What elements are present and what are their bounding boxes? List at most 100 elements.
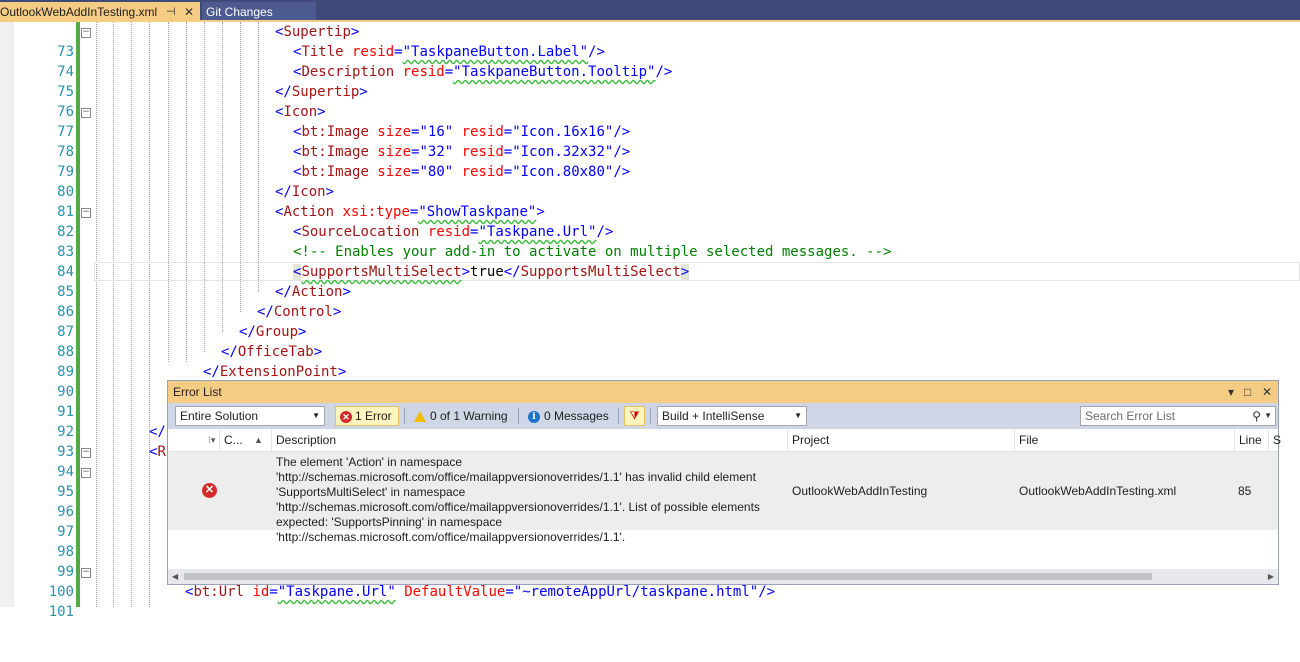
code-text: </OfficeTab> (221, 344, 323, 360)
code-line[interactable]: 79 <bt:Image size="32" resid="Icon.32x32… (0, 142, 1300, 180)
build-intellisense-dropdown[interactable]: Build + IntelliSense ▼ (657, 406, 807, 426)
code-text: <bt:Url id="Taskpane.Url" DefaultValue="… (185, 584, 776, 600)
column-header-file[interactable]: File (1014, 429, 1235, 451)
code-line[interactable]: 77 − <Icon> (0, 102, 1300, 140)
code-line-current[interactable]: 85 <SupportsMultiSelect>true</SupportsMu… (0, 262, 1300, 300)
code-line[interactable]: 82 − <Action xsi:type="ShowTaskpane"> (0, 202, 1300, 240)
error-row[interactable]: ✕ The element 'Action' in namespace 'htt… (168, 452, 1278, 544)
code-text: <bt:Image size="80" resid="Icon.80x80"/> (293, 164, 631, 180)
tab-label: Git Changes (206, 5, 273, 19)
document-tab-bar: OutlookWebAddInTesting.xml ⊣ ✕ Git Chang… (0, 0, 1300, 22)
sort-ascending-icon: ▲ (254, 435, 263, 445)
error-list-column-headers: ⁝▾ C... ▲ Description Project File Line S (168, 429, 1281, 452)
collapse-icon[interactable]: − (81, 208, 91, 218)
collapse-icon[interactable]: − (81, 108, 91, 118)
code-line[interactable]: 78 <bt:Image size="16" resid="Icon.16x16… (0, 122, 1300, 160)
panel-title: Error List (173, 385, 222, 399)
code-line[interactable]: 88 </Group> (0, 322, 1300, 360)
close-icon[interactable]: ✕ (184, 2, 194, 22)
code-text: <Action xsi:type="ShowTaskpane"> (275, 204, 545, 220)
search-placeholder: Search Error List (1085, 409, 1176, 423)
code-line[interactable]: 80 <bt:Image size="80" resid="Icon.80x80… (0, 162, 1300, 200)
close-icon[interactable]: ✕ (1262, 381, 1272, 403)
code-text: <Description resid="TaskpaneButton.Toolt… (293, 64, 673, 80)
code-text: </Supertip> (275, 84, 368, 100)
search-icon[interactable]: ⚲ (1252, 407, 1261, 425)
code-line[interactable]: 75 <Description resid="TaskpaneButton.To… (0, 62, 1300, 100)
messages-filter-button[interactable]: i 0 Messages (524, 406, 609, 426)
line-number: 101 (48, 604, 74, 620)
code-text: </ (149, 424, 166, 440)
scope-dropdown[interactable]: Entire Solution ▼ (175, 406, 325, 426)
code-text: </Icon> (275, 184, 335, 200)
code-text: </Control> (257, 304, 342, 320)
code-line[interactable]: 84 <!-- Enables your add-in to activate … (0, 242, 1300, 280)
code-line[interactable]: 76 </Supertip> (0, 82, 1300, 120)
messages-count: 0 Messages (544, 409, 609, 423)
collapse-icon[interactable]: − (81, 468, 91, 478)
warnings-count: 0 of 1 Warning (430, 409, 508, 423)
column-header-code[interactable]: C... ▲ (219, 429, 276, 451)
tab-outlookwebaddintesting-xml[interactable]: OutlookWebAddInTesting.xml ⊣ ✕ (0, 2, 200, 22)
filter-icon[interactable]: ⧩ (624, 406, 645, 426)
scope-value: Entire Solution (180, 409, 259, 423)
toolbar-separator (518, 408, 519, 424)
toolbar-separator (650, 408, 651, 424)
code-line[interactable]: 86 </Action> (0, 282, 1300, 320)
code-line[interactable]: 73 − <Supertip> (0, 22, 1300, 60)
pin-icon[interactable]: ⊣ (166, 2, 176, 22)
code-text: <bt:Image size="16" resid="Icon.16x16"/> (293, 124, 631, 140)
error-file: OutlookWebAddInTesting.xml (1019, 484, 1177, 498)
scroll-left-icon[interactable]: ◀ (172, 569, 178, 584)
column-header-line[interactable]: Line (1234, 429, 1269, 451)
code-line[interactable]: 74 <Title resid="TaskpaneButton.Label"/> (0, 42, 1300, 80)
chevron-down-icon[interactable]: ▼ (1264, 407, 1272, 425)
error-list-title-bar[interactable]: Error List ▾ □ ✕ (168, 381, 1278, 403)
window-position-icon[interactable]: ▾ (1228, 381, 1234, 403)
warnings-filter-button[interactable]: 0 of 1 Warning (410, 406, 508, 426)
collapse-icon[interactable]: − (81, 28, 91, 38)
column-header-suppression[interactable]: S (1268, 429, 1283, 451)
maximize-icon[interactable]: □ (1244, 381, 1251, 403)
code-line[interactable]: 101 <bt:Url id="Taskpane.Url" DefaultVal… (0, 582, 1300, 620)
toolbar-separator (618, 408, 619, 424)
code-text: <Supertip> (275, 24, 360, 40)
scrollbar-thumb[interactable] (184, 573, 1152, 580)
code-line[interactable]: 89 </OfficeTab> (0, 342, 1300, 380)
column-header-project[interactable]: Project (787, 429, 1014, 451)
chevron-down-icon: ▼ (794, 411, 802, 420)
tab-label: OutlookWebAddInTesting.xml (0, 5, 158, 19)
code-comment: <!-- Enables your add-in to activate on … (293, 244, 892, 260)
code-line[interactable]: 87 </Control> (0, 302, 1300, 340)
errors-filter-button[interactable]: ✕ 1 Error (335, 406, 399, 426)
code-text: <SourceLocation resid="Taskpane.Url"/> (293, 224, 614, 240)
code-text: <Title resid="TaskpaneButton.Label"/> (293, 44, 605, 60)
error-list-panel: Error List ▾ □ ✕ Entire Solution ▼ ✕ 1 Er… (167, 380, 1281, 585)
horizontal-scrollbar[interactable]: ◀ ▶ (168, 569, 1278, 584)
column-header-description[interactable]: Description (271, 429, 788, 451)
code-line[interactable]: 81 </Icon> (0, 182, 1300, 220)
error-line: 85 (1238, 484, 1252, 498)
tab-git-changes[interactable]: Git Changes (202, 2, 316, 22)
warning-icon (414, 411, 426, 423)
code-text: <bt:Image size="32" resid="Icon.32x32"/> (293, 144, 631, 160)
code-text: <Icon> (275, 104, 326, 120)
error-list-toolbar: Entire Solution ▼ ✕ 1 Error 0 of 1 Warnin… (168, 403, 1278, 429)
error-icon: ✕ (202, 483, 217, 498)
scroll-right-icon[interactable]: ▶ (1268, 569, 1274, 584)
collapse-icon[interactable]: − (81, 568, 91, 578)
code-line[interactable]: 90 </ExtensionPoint> (0, 362, 1300, 400)
errors-count: 1 Error (355, 409, 392, 423)
code-text: </ExtensionPoint> (203, 364, 347, 380)
code-text: </Action> (275, 284, 351, 300)
error-project: OutlookWebAddInTesting (792, 484, 928, 498)
search-error-list-input[interactable]: Search Error List ⚲ ▼ (1080, 406, 1276, 426)
error-description: The element 'Action' in namespace 'http:… (276, 455, 760, 544)
chevron-down-icon: ▼ (312, 411, 320, 420)
collapse-icon[interactable]: − (81, 448, 91, 458)
toolbar-separator (404, 408, 405, 424)
info-icon: i (528, 410, 540, 423)
code-text: <R (149, 444, 166, 460)
code-text: <SupportsMultiSelect>true</SupportsMulti… (293, 264, 690, 280)
code-line[interactable]: 83 <SourceLocation resid="Taskpane.Url"/… (0, 222, 1300, 260)
